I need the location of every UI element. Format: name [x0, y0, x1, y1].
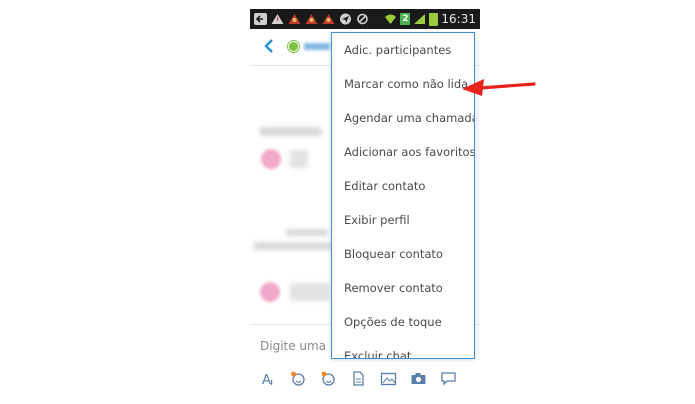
menu-item-schedule-call[interactable]: Agendar uma chamada — [332, 101, 474, 135]
menu-item-remove-contact[interactable]: Remover contato — [332, 271, 474, 305]
menu-item-mark-unread[interactable]: Marcar como não lida — [332, 67, 474, 101]
chat-icon[interactable] — [440, 371, 457, 386]
status-bar: 2 16:31 — [250, 9, 480, 29]
send-icon — [340, 13, 351, 25]
battery-icon — [429, 12, 439, 26]
signal-icon — [414, 14, 426, 24]
menu-item-block-contact[interactable]: Bloquear contato — [332, 237, 474, 271]
menu-item-ringtone-options[interactable]: Opções de toque — [332, 305, 474, 339]
status-time: 16:31 — [441, 12, 476, 26]
menu-item-edit-contact[interactable]: Editar contato — [332, 169, 474, 203]
font-icon[interactable]: A — [260, 371, 277, 386]
download-icon — [254, 13, 267, 25]
emoticon-icon[interactable] — [290, 371, 307, 386]
ban-icon — [357, 13, 368, 25]
menu-item-add-participants[interactable]: Adic. participantes — [332, 33, 474, 67]
menu-item-add-favorites[interactable]: Adicionar aos favoritos — [332, 135, 474, 169]
camera-icon[interactable] — [410, 371, 427, 386]
annotation-arrow-icon — [462, 79, 536, 96]
composer-toolbar: A — [260, 371, 457, 386]
options-menu: Adic. participantes Marcar como não lida… — [331, 32, 475, 359]
blurred-message — [260, 127, 322, 136]
menu-item-delete-chat[interactable]: Excluir chat — [332, 339, 474, 358]
back-arrow-icon[interactable] — [264, 39, 274, 53]
status-right: 2 16:31 — [384, 12, 480, 26]
notification-count-badge: 2 — [400, 13, 411, 25]
blurred-message — [290, 150, 308, 168]
warning-icon — [271, 14, 284, 24]
contact-name-blurred[interactable] — [304, 43, 330, 50]
online-status-icon — [288, 41, 299, 52]
menu-item-view-profile[interactable]: Exibir perfil — [332, 203, 474, 237]
file-icon[interactable] — [350, 371, 367, 386]
user-alert-icon — [288, 14, 301, 24]
blurred-message — [286, 229, 328, 236]
blurred-message — [290, 283, 330, 301]
emoticon-sticker-icon[interactable] — [320, 371, 337, 386]
blurred-message — [254, 242, 332, 250]
notification-icons — [250, 13, 369, 25]
user-alert-icon — [322, 14, 335, 24]
user-alert-icon — [305, 14, 318, 24]
photo-icon[interactable] — [380, 371, 397, 386]
wifi-icon — [385, 14, 397, 24]
avatar — [261, 149, 281, 169]
svg-text:A: A — [262, 373, 271, 386]
avatar — [260, 282, 280, 302]
